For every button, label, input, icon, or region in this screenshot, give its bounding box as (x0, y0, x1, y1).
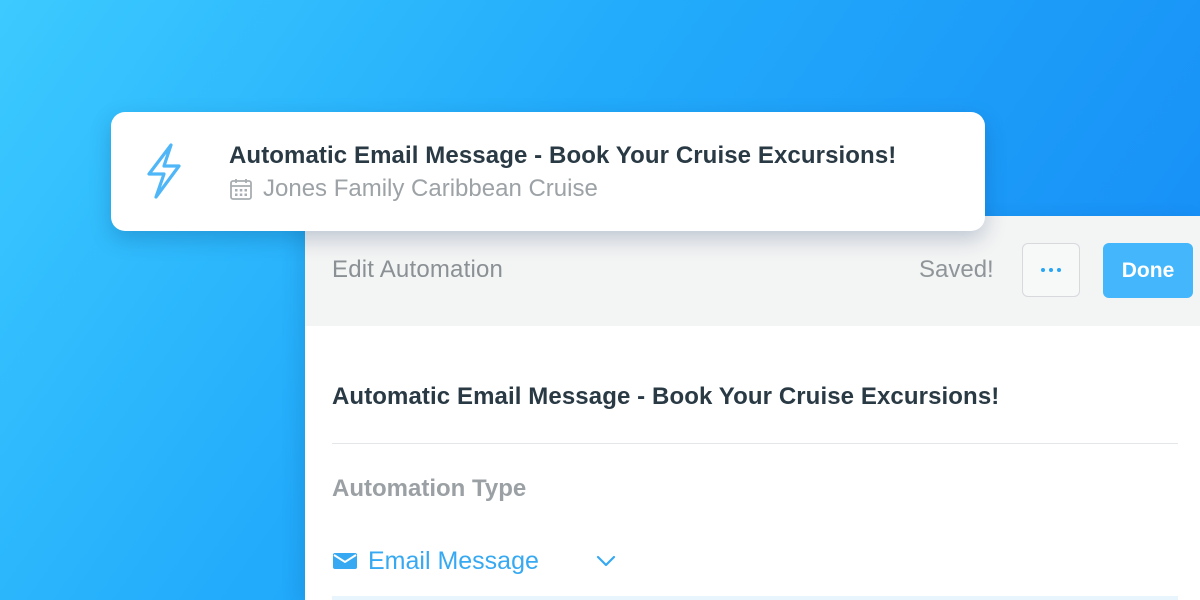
lightning-bolt-icon (141, 141, 187, 201)
done-button[interactable]: Done (1103, 243, 1193, 298)
save-status: Saved! (919, 256, 994, 283)
notification-subtitle: Jones Family Caribbean Cruise (229, 175, 598, 203)
automation-type-label: Automation Type (332, 475, 527, 502)
notification-title: Automatic Email Message - Book Your Crui… (229, 142, 897, 169)
automation-notification-card[interactable]: Automatic Email Message - Book Your Crui… (111, 112, 985, 231)
automation-type-select[interactable]: Email Message (332, 541, 632, 581)
field-underline (332, 596, 1178, 600)
panel-header: Edit Automation Saved! Done (305, 216, 1200, 326)
divider (332, 443, 1178, 444)
envelope-icon (332, 551, 358, 571)
ellipsis-icon (1041, 268, 1061, 272)
edit-automation-panel: Edit Automation Saved! Done Automatic Em… (305, 216, 1200, 600)
automation-name[interactable]: Automatic Email Message - Book Your Crui… (332, 383, 999, 411)
more-options-button[interactable] (1022, 243, 1080, 297)
panel-title: Edit Automation (332, 256, 504, 283)
calendar-icon (229, 177, 253, 201)
chevron-down-icon[interactable] (594, 551, 618, 571)
trip-name: Jones Family Caribbean Cruise (263, 175, 598, 202)
automation-type-value: Email Message (368, 546, 539, 575)
